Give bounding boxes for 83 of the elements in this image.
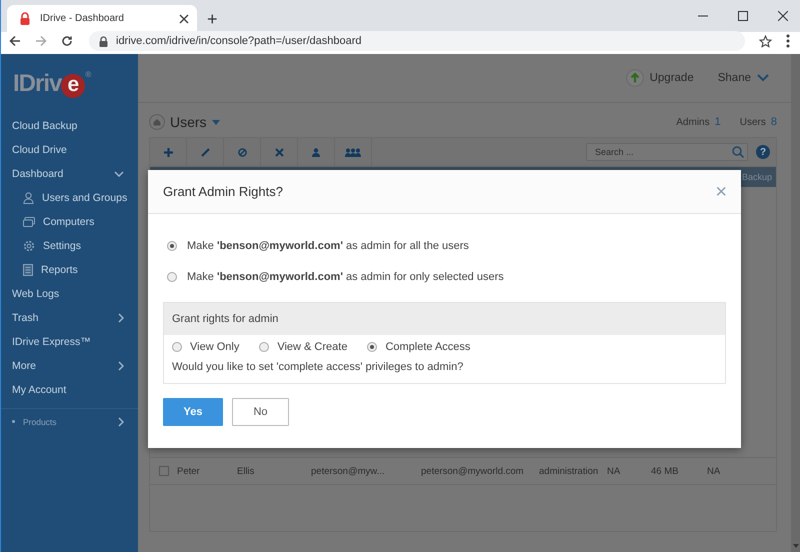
block-icon <box>238 148 246 156</box>
table-cell-text: Ellis <box>237 466 256 476</box>
forward-icon[interactable] <box>35 35 47 47</box>
option-label: View Only <box>190 341 240 353</box>
table-cell-text: peterson@myw... <box>311 466 386 476</box>
option-label: Complete Access <box>385 341 470 353</box>
sidebar-subitem[interactable]: Reports <box>1 258 138 282</box>
bullet-icon <box>12 420 15 423</box>
caret-down-icon[interactable] <box>212 120 220 124</box>
close-icon[interactable] <box>778 11 788 21</box>
confirm-button[interactable]: Yes <box>163 398 223 426</box>
report-icon <box>23 264 33 276</box>
page-title[interactable]: Users <box>170 114 207 130</box>
table-cell-text: NA <box>607 466 622 476</box>
sidebar-item[interactable]: Dashboard <box>1 162 138 186</box>
sidebar-item[interactable]: My Account <box>1 378 138 402</box>
user-menu[interactable]: Shane <box>718 72 751 84</box>
chevron-right-icon <box>118 313 124 323</box>
new-tab-button[interactable]: + <box>207 9 218 29</box>
sidebar-item[interactable]: Web Logs <box>1 282 138 306</box>
logo: IDriv e $^{®}$ <box>12 69 92 100</box>
radio-button[interactable] <box>167 272 177 282</box>
table-cell-text: 46 MB <box>651 466 680 476</box>
upgrade-icon[interactable] <box>626 69 644 87</box>
table-cell: NA <box>707 466 720 476</box>
home-icon[interactable] <box>149 114 165 130</box>
question-text: Would you like to set 'complete access' privileges to admin? <box>172 361 464 373</box>
maximize-icon[interactable] <box>738 11 748 21</box>
radio-button[interactable] <box>172 342 182 352</box>
column-header: Backup <box>742 172 772 182</box>
tab-title: IDrive - Dashboard <box>40 13 125 24</box>
radio-button[interactable] <box>259 342 270 352</box>
close-icon[interactable] <box>179 14 189 24</box>
cross-icon <box>274 148 284 156</box>
plus-icon <box>164 148 172 156</box>
option-label: View & Create <box>277 341 348 353</box>
radio-button[interactable] <box>167 240 177 250</box>
option-label: Make 'benson@myworld.com' as admin for only selected users <box>187 270 504 282</box>
reload-icon[interactable] <box>61 35 73 47</box>
sidebar-subitem[interactable]: Users and Groups <box>1 186 138 210</box>
address-bar[interactable]: idrive.com/idrive/in/console?path=/user/dashboard <box>89 31 745 51</box>
browser-tab[interactable]: IDrive - Dashboard <box>7 5 197 32</box>
back-icon[interactable] <box>9 35 21 47</box>
user-icon <box>23 192 34 204</box>
sidebar-item[interactable]: More <box>1 354 138 378</box>
sidebar-item[interactable]: Trash <box>1 306 138 330</box>
users-count: 8 <box>770 116 777 128</box>
gear-icon <box>23 240 35 252</box>
computer-icon <box>23 217 35 227</box>
upgrade-link[interactable]: Upgrade <box>650 72 694 84</box>
chevron-down-icon <box>114 171 124 177</box>
admins-count: 1 <box>714 116 721 128</box>
admins-label: Admins <box>676 116 710 128</box>
sidebar-item[interactable]: Cloud Drive <box>1 138 138 162</box>
sidebar-subitem[interactable]: Settings <box>1 234 138 258</box>
search-icon <box>732 146 744 158</box>
cancel-button[interactable]: No <box>232 398 289 426</box>
table-cell-text: Peter <box>177 466 201 476</box>
panel-heading: Grant rights for admin <box>172 313 278 325</box>
star-icon[interactable] <box>759 34 772 48</box>
row-checkbox[interactable] <box>159 466 169 476</box>
help-button[interactable]: ? <box>756 145 770 159</box>
chevron-down-icon[interactable] <box>757 74 769 82</box>
chevron-right-icon <box>118 416 124 426</box>
search-field[interactable]: Search ... <box>586 143 748 161</box>
url-text: idrive.com/idrive/in/console?path=/user/dashboard <box>116 35 362 47</box>
users-label: Users <box>740 116 766 128</box>
dialog-title: Grant Admin Rights? <box>163 184 283 199</box>
lock-icon <box>99 36 108 46</box>
sidebar-item[interactable]: Cloud Backup <box>1 114 138 138</box>
table-cell-text: peterson@myworld.com <box>421 466 525 476</box>
scroll-down-icon[interactable] <box>792 544 798 548</box>
option-label: Make 'benson@myworld.com' as admin for all the users <box>187 240 469 252</box>
group-icon <box>345 148 361 156</box>
sidebar-subitem[interactable]: Computers <box>1 210 138 234</box>
person-icon <box>312 148 320 156</box>
lock-icon <box>19 12 31 26</box>
table-cell-text: administration <box>539 466 600 476</box>
chevron-right-icon <box>118 361 124 371</box>
menu-icon[interactable] <box>786 34 790 48</box>
sidebar-item[interactable]: IDrive Express™ <box>1 330 138 354</box>
radio-button[interactable] <box>367 342 378 352</box>
pencil-icon <box>200 148 210 156</box>
